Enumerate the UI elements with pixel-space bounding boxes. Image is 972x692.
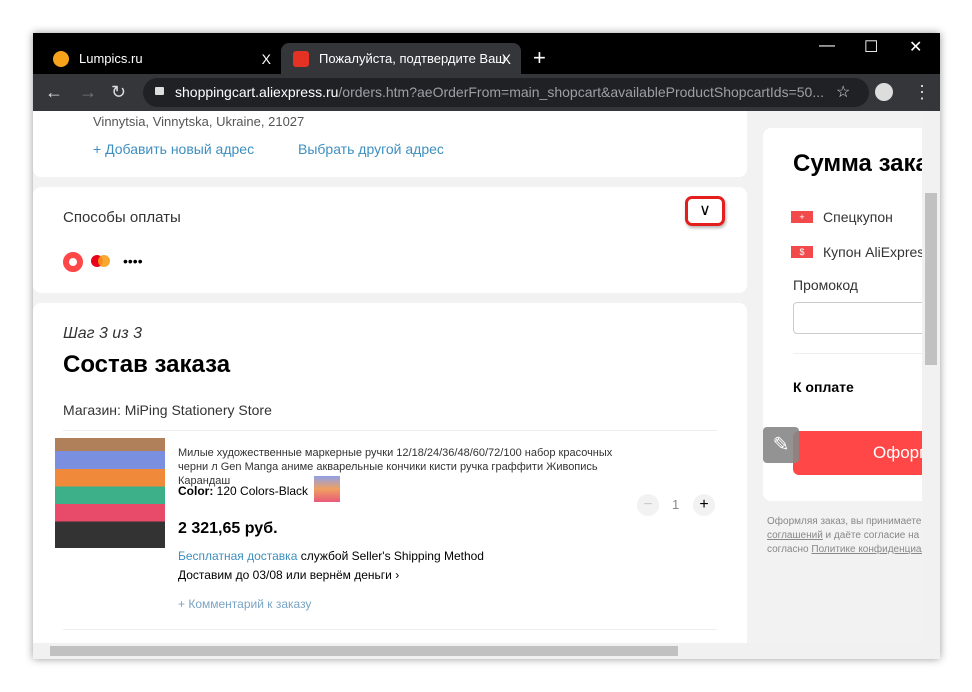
browser-window: Lumpics.ru X Пожалуйста, подтвердите Ваш…: [33, 33, 940, 659]
address-line: Vinnytsia, Vinnytska, Ukraine, 21027: [93, 114, 305, 129]
terms-line: Оформляя заказ, вы принимаете: [767, 516, 922, 527]
aliexpress-favicon-icon: [293, 50, 309, 67]
scrollbar-thumb[interactable]: [50, 646, 678, 656]
terms-line: согласно: [767, 544, 812, 555]
new-tab-button[interactable]: +: [533, 45, 546, 71]
profile-icon[interactable]: [875, 83, 893, 101]
url-host: shoppingcart.aliexpress.ru: [175, 84, 339, 100]
close-tab-icon[interactable]: X: [262, 51, 271, 67]
payment-title: Способы оплаты: [63, 209, 181, 226]
forward-icon[interactable]: →: [79, 82, 97, 103]
privacy-policy-link[interactable]: Политике конфиденциальности: [811, 544, 922, 555]
toolbar: ← → ↻ shoppingcart.aliexpress.ru/orders.…: [33, 74, 940, 111]
reload-icon[interactable]: ↻: [111, 82, 126, 103]
tab-title: Lumpics.ru: [79, 51, 143, 66]
tab-aliexpress[interactable]: Пожалуйста, подтвердите Ваш з X: [281, 43, 521, 74]
step-label: Шаг 3 из 3: [63, 325, 142, 342]
back-icon[interactable]: ←: [45, 82, 63, 103]
vertical-scrollbar[interactable]: [922, 111, 940, 643]
scrollbar-thumb[interactable]: [925, 193, 937, 365]
radio-selected[interactable]: [63, 252, 83, 272]
payment-card: Способы оплаты ∨ ••••: [33, 187, 747, 293]
pencil-edit-icon[interactable]: ✎: [763, 427, 799, 463]
special-coupon-label[interactable]: Спецкупон: [823, 209, 893, 225]
aliexpress-coupon-label[interactable]: Купон AliExpress: [823, 244, 922, 260]
terms-text: Оформляя заказ, вы принимаете соглашений…: [767, 515, 922, 557]
close-tab-icon[interactable]: X: [502, 51, 511, 67]
promo-label: Промокод: [793, 277, 858, 293]
product-image[interactable]: [55, 438, 165, 548]
color-thumbnail: [314, 476, 340, 502]
address-card: Vinnytsia, Vinnytska, Ukraine, 21027 + Д…: [33, 111, 747, 177]
increase-quantity-button[interactable]: +: [693, 494, 715, 516]
order-card: Шаг 3 из 3 Состав заказа Магазин: MiPing…: [33, 303, 747, 643]
total-label: К оплате: [793, 379, 854, 395]
card-number: ••••: [123, 253, 143, 269]
product-name[interactable]: Милые художественные маркерные ручки 12/…: [178, 446, 638, 488]
chevron-right-icon: ›: [395, 568, 400, 582]
close-window-icon[interactable]: ✕: [909, 37, 922, 57]
page-content: Vinnytsia, Vinnytska, Ukraine, 21027 + Д…: [33, 111, 922, 643]
price: 2 321,65 руб.: [178, 520, 278, 537]
add-comment-link[interactable]: + Комментарий к заказу: [178, 597, 311, 611]
orange-favicon-icon: [53, 50, 69, 67]
checkout-button[interactable]: Оформить заказ: [793, 431, 922, 475]
store-name[interactable]: Магазин: MiPing Stationery Store: [63, 402, 272, 418]
mastercard-icon: [91, 255, 111, 267]
aliexpress-coupon-icon: $: [791, 246, 813, 258]
order-title: Состав заказа: [63, 351, 231, 378]
expand-chevron-down-icon[interactable]: ∨: [685, 196, 725, 226]
quantity-value[interactable]: 1: [672, 497, 679, 512]
star-icon[interactable]: ☆: [836, 82, 850, 102]
lock-icon: [155, 87, 164, 95]
minimize-icon[interactable]: —: [819, 37, 835, 55]
decrease-quantity-button[interactable]: −: [637, 494, 659, 516]
horizontal-scrollbar[interactable]: [33, 643, 940, 659]
summary-title: Сумма заказа: [793, 150, 922, 177]
address-bar[interactable]: shoppingcart.aliexpress.ru/orders.htm?ae…: [143, 78, 869, 107]
url-path: /orders.htm?aeOrderFrom=main_shopcart&av…: [338, 84, 825, 100]
menu-icon[interactable]: ⋮: [913, 82, 931, 103]
guarantee-text: Доставим до 03/08 или вернём деньги: [178, 568, 392, 582]
promo-input[interactable]: [793, 302, 922, 334]
color-label: Color:: [178, 484, 214, 498]
maximize-icon[interactable]: ☐: [864, 37, 878, 57]
terms-line: и даёте согласие на: [822, 530, 920, 541]
add-address-link[interactable]: + Добавить новый адрес: [93, 141, 254, 157]
choose-address-link[interactable]: Выбрать другой адрес: [298, 141, 444, 157]
shipping-method: службой Seller's Shipping Method: [300, 549, 484, 563]
tab-title: Пожалуйста, подтвердите Ваш з: [319, 51, 509, 66]
tab-bar: Lumpics.ru X Пожалуйста, подтвердите Ваш…: [33, 33, 940, 74]
order-summary-card: Сумма заказа + Спецкупон $ Купон AliExpr…: [763, 128, 922, 501]
free-shipping-label: Бесплатная доставка: [178, 549, 298, 563]
guarantee-link[interactable]: Доставим до 03/08 или вернём деньги ›: [178, 568, 399, 582]
agreements-link[interactable]: соглашений: [767, 530, 823, 541]
special-coupon-icon: +: [791, 211, 813, 223]
tab-lumpics[interactable]: Lumpics.ru X: [41, 43, 281, 74]
color-value: 120 Colors-Black: [216, 484, 309, 498]
